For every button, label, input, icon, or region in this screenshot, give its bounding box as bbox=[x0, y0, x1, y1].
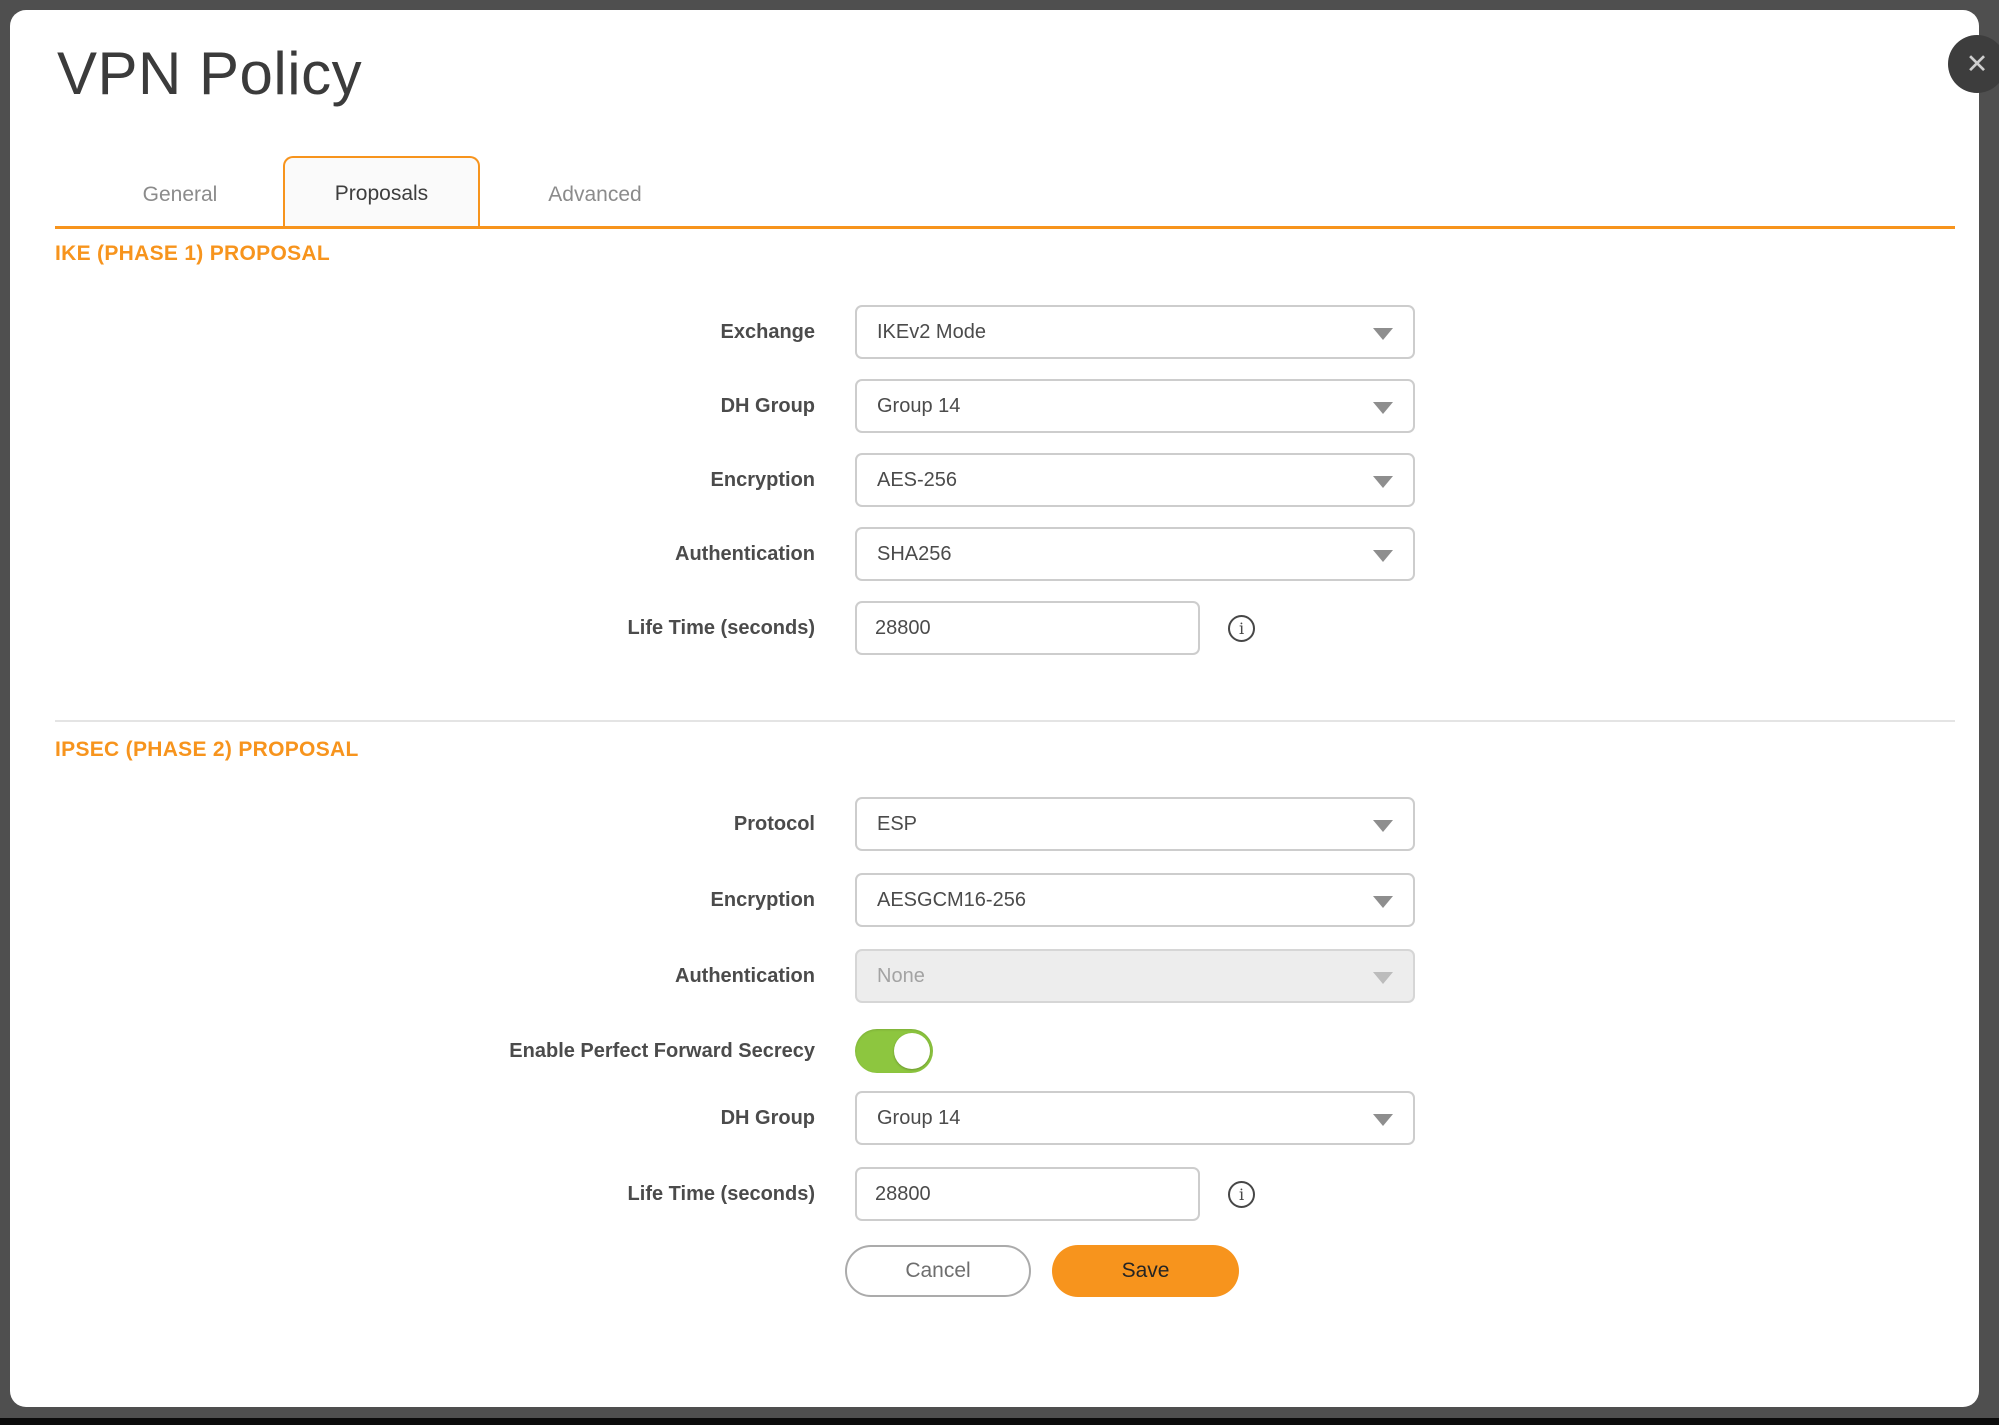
ike-authentication-dropdown[interactable]: SHA256 bbox=[855, 527, 1415, 581]
ipsec-authentication-value: None bbox=[877, 965, 925, 988]
ipsec-authentication-label: Authentication bbox=[10, 965, 815, 988]
ike-encryption-dropdown[interactable]: AES-256 bbox=[855, 453, 1415, 507]
chevron-down-icon bbox=[1373, 972, 1393, 984]
protocol-label: Protocol bbox=[10, 813, 815, 836]
ike-authentication-label: Authentication bbox=[10, 543, 815, 566]
tab-advanced[interactable]: Advanced bbox=[495, 180, 695, 210]
chevron-down-icon bbox=[1373, 1114, 1393, 1126]
cancel-button[interactable]: Cancel bbox=[845, 1245, 1031, 1297]
chevron-down-icon bbox=[1373, 402, 1393, 414]
close-icon: ✕ bbox=[1966, 49, 1989, 80]
exchange-value: IKEv2 Mode bbox=[877, 321, 986, 344]
ike-dh-group-dropdown[interactable]: Group 14 bbox=[855, 379, 1415, 433]
exchange-row: Exchange IKEv2 Mode bbox=[10, 305, 1979, 359]
chevron-down-icon bbox=[1373, 820, 1393, 832]
ike-life-time-input[interactable] bbox=[855, 601, 1200, 655]
section-divider bbox=[55, 720, 1955, 722]
pfs-row: Enable Perfect Forward Secrecy bbox=[10, 1024, 1979, 1078]
tab-proposals[interactable]: Proposals bbox=[283, 156, 480, 229]
ipsec-life-time-control bbox=[855, 1167, 1200, 1221]
ipsec-encryption-label: Encryption bbox=[10, 889, 815, 912]
ike-dh-group-value: Group 14 bbox=[877, 395, 960, 418]
ike-dh-group-label: DH Group bbox=[10, 395, 815, 418]
protocol-row: Protocol ESP bbox=[10, 797, 1979, 851]
tab-general[interactable]: General bbox=[80, 180, 280, 210]
ike-life-time-control bbox=[855, 601, 1200, 655]
save-button[interactable]: Save bbox=[1052, 1245, 1239, 1297]
info-icon-glyph: i bbox=[1239, 1185, 1244, 1204]
ipsec-life-time-input[interactable] bbox=[855, 1167, 1200, 1221]
ike-life-time-label: Life Time (seconds) bbox=[10, 617, 815, 640]
ipsec-authentication-dropdown-disabled: None bbox=[855, 949, 1415, 1003]
ike-phase1-heading: IKE (PHASE 1) PROPOSAL bbox=[55, 242, 330, 266]
vpn-policy-dialog: VPN Policy General Proposals Advanced IK… bbox=[10, 10, 1979, 1407]
pfs-label: Enable Perfect Forward Secrecy bbox=[10, 1040, 815, 1063]
info-icon-glyph: i bbox=[1239, 619, 1244, 638]
pfs-toggle-on[interactable] bbox=[855, 1029, 933, 1073]
ipsec-authentication-row: Authentication None bbox=[10, 949, 1979, 1003]
ipsec-dh-group-row: DH Group Group 14 bbox=[10, 1091, 1979, 1145]
protocol-dropdown[interactable]: ESP bbox=[855, 797, 1415, 851]
info-icon[interactable]: i bbox=[1228, 615, 1255, 642]
ipsec-life-time-row: Life Time (seconds) i bbox=[10, 1167, 1979, 1221]
ike-dh-group-row: DH Group Group 14 bbox=[10, 379, 1979, 433]
ike-life-time-row: Life Time (seconds) i bbox=[10, 601, 1979, 655]
exchange-label: Exchange bbox=[10, 321, 815, 344]
page-title: VPN Policy bbox=[57, 40, 362, 108]
chevron-down-icon bbox=[1373, 328, 1393, 340]
ipsec-dh-group-label: DH Group bbox=[10, 1107, 815, 1130]
close-button[interactable]: ✕ bbox=[1948, 35, 1999, 93]
ipsec-dh-group-dropdown[interactable]: Group 14 bbox=[855, 1091, 1415, 1145]
info-icon[interactable]: i bbox=[1228, 1181, 1255, 1208]
bottom-frame-strip bbox=[0, 1418, 1999, 1425]
ike-encryption-value: AES-256 bbox=[877, 469, 957, 492]
screen: VPN Policy General Proposals Advanced IK… bbox=[0, 0, 1999, 1425]
ipsec-encryption-row: Encryption AESGCM16-256 bbox=[10, 873, 1979, 927]
ipsec-encryption-value: AESGCM16-256 bbox=[877, 889, 1026, 912]
ike-authentication-row: Authentication SHA256 bbox=[10, 527, 1979, 581]
tab-underline bbox=[55, 226, 1955, 229]
tab-proposals-label: Proposals bbox=[335, 182, 428, 206]
ipsec-phase2-heading: IPSEC (PHASE 2) PROPOSAL bbox=[55, 738, 359, 762]
protocol-value: ESP bbox=[877, 813, 917, 836]
chevron-down-icon bbox=[1373, 896, 1393, 908]
ipsec-life-time-label: Life Time (seconds) bbox=[10, 1183, 815, 1206]
chevron-down-icon bbox=[1373, 550, 1393, 562]
ike-authentication-value: SHA256 bbox=[877, 543, 952, 566]
ipsec-encryption-dropdown[interactable]: AESGCM16-256 bbox=[855, 873, 1415, 927]
ipsec-dh-group-value: Group 14 bbox=[877, 1107, 960, 1130]
toggle-knob bbox=[894, 1033, 930, 1069]
ike-encryption-row: Encryption AES-256 bbox=[10, 453, 1979, 507]
ike-encryption-label: Encryption bbox=[10, 469, 815, 492]
chevron-down-icon bbox=[1373, 476, 1393, 488]
exchange-dropdown[interactable]: IKEv2 Mode bbox=[855, 305, 1415, 359]
